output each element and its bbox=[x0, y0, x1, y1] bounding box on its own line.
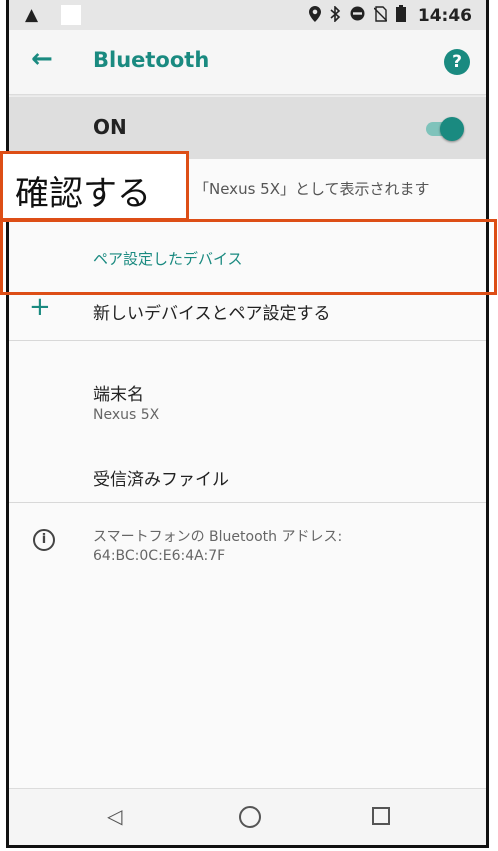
visible-as-text: 「Nexus 5X」として表示されます bbox=[194, 180, 430, 198]
notification-placeholder bbox=[61, 5, 81, 25]
received-files-row[interactable]: 受信済みファイル bbox=[9, 454, 486, 503]
callout-label-box: 確認する bbox=[0, 151, 189, 221]
toggle-label: ON bbox=[93, 115, 127, 139]
device-name-title: 端末名 bbox=[93, 385, 144, 405]
recents-square-icon[interactable] bbox=[372, 807, 390, 825]
pair-new-device-label: 新しいデバイスとペア設定する bbox=[93, 304, 331, 324]
received-files-label: 受信済みファイル bbox=[93, 470, 229, 490]
no-sim-icon bbox=[373, 5, 388, 26]
bluetooth-icon bbox=[330, 4, 341, 26]
battery-icon bbox=[395, 5, 406, 26]
home-circle-icon[interactable] bbox=[239, 806, 261, 828]
device-name-row[interactable]: 端末名 Nexus 5X bbox=[9, 370, 486, 432]
warning-icon: ▲ bbox=[25, 5, 39, 25]
navigation-bar: ◁ bbox=[9, 788, 486, 845]
bluetooth-toggle-row[interactable]: ON bbox=[9, 97, 486, 159]
location-icon bbox=[308, 5, 321, 26]
back-triangle-icon[interactable]: ◁ bbox=[107, 804, 122, 828]
app-bar: ← Bluetooth ? bbox=[9, 30, 486, 95]
device-name-value: Nexus 5X bbox=[93, 407, 160, 423]
callout-label: 確認する bbox=[15, 174, 151, 214]
phone-frame: ▲ 14:46 ← Bluetooth ? ON 「Nexus 5X」として表示… bbox=[6, 0, 489, 848]
switch-thumb[interactable] bbox=[440, 117, 464, 141]
help-icon[interactable]: ? bbox=[444, 49, 470, 75]
page-title: Bluetooth bbox=[93, 48, 210, 72]
plus-icon: + bbox=[29, 292, 51, 322]
bluetooth-address-text: スマートフォンの Bluetooth アドレス: 64:BC:0C:E6:4A:… bbox=[93, 529, 343, 564]
highlight-box bbox=[0, 219, 497, 295]
status-icons: 14:46 bbox=[308, 4, 472, 26]
bluetooth-address-info: i スマートフォンの Bluetooth アドレス: 64:BC:0C:E6:4… bbox=[9, 520, 486, 580]
arrow-left-icon[interactable]: ← bbox=[31, 44, 53, 74]
dnd-icon bbox=[350, 6, 365, 25]
status-bar: ▲ 14:46 bbox=[9, 0, 486, 30]
info-icon: i bbox=[33, 529, 55, 551]
clock: 14:46 bbox=[417, 5, 472, 26]
